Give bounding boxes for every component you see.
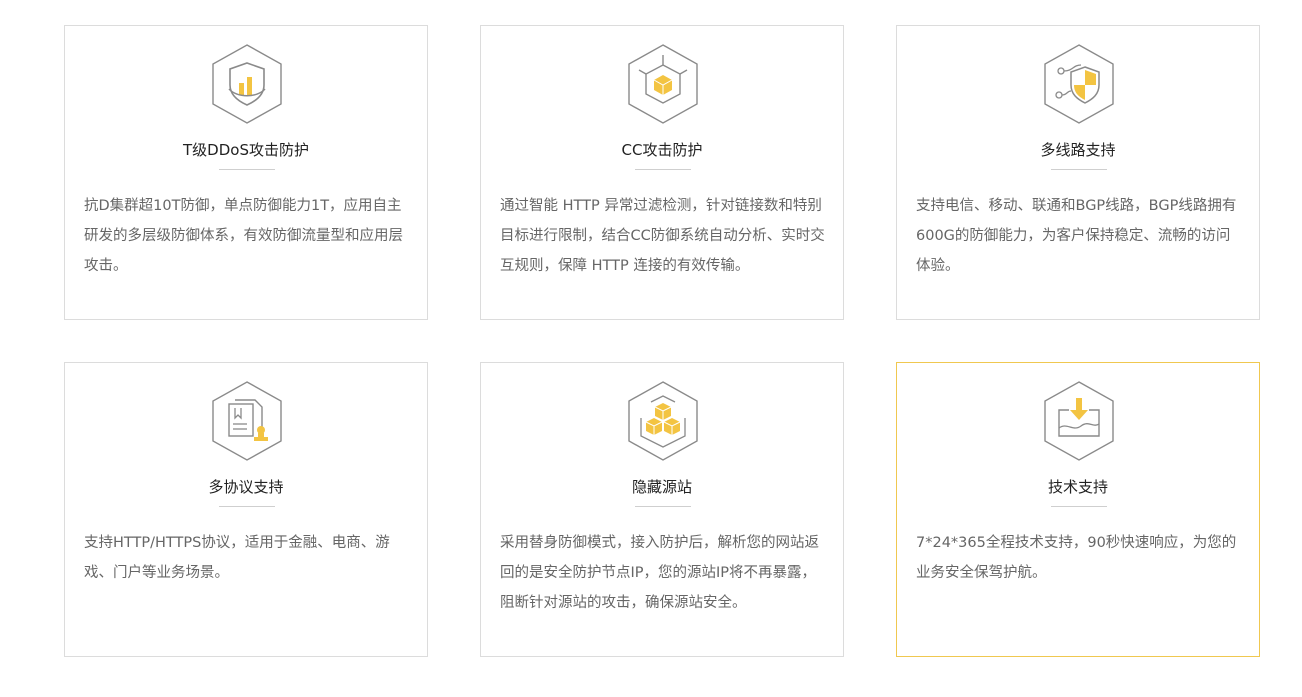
card-title: 多协议支持 [208,478,284,496]
feature-card-ddos: T级DDoS攻击防护 抗D集群超10T防御，单点防御能力1T，应用自主研发的多层… [64,25,428,320]
card-title: 多线路支持 [1040,141,1116,159]
card-description: 支持电信、移动、联通和BGP线路，BGP线路拥有600G的防御能力，为客户保持稳… [916,198,1237,274]
card-description: 7*24*365全程技术支持，90秒快速响应，为您的业务安全保驾护航。 [916,535,1237,581]
title-divider [219,506,275,507]
card-description: 抗D集群超10T防御，单点防御能力1T，应用自主研发的多层级防御体系，有效防御流… [84,198,403,274]
card-title: 隐藏源站 [631,478,692,496]
documents-stamp-icon [207,380,287,462]
title-divider [219,169,275,170]
card-description: 支持HTTP/HTTPS协议，适用于金融、电商、游戏、门户等业务场景。 [84,535,390,581]
card-description: 通过智能 HTTP 异常过滤检测，针对链接数和特别目标进行限制，结合CC防御系统… [500,198,825,274]
feature-card-multiline: 多线路支持 支持电信、移动、联通和BGP线路，BGP线路拥有600G的防御能力，… [896,25,1260,320]
card-description: 采用替身防御模式，接入防护后，解析您的网站返回的是安全防护节点IP，您的源站IP… [500,535,819,611]
title-divider [1051,169,1107,170]
title-divider [635,169,691,170]
feature-card-tech-support: 技术支持 7*24*365全程技术支持，90秒快速响应，为您的业务安全保驾护航。 [896,362,1260,657]
card-title: 技术支持 [1047,478,1108,496]
title-divider [1051,506,1107,507]
download-tray-icon [1039,380,1119,462]
title-divider [635,506,691,507]
feature-card-protocol: 多协议支持 支持HTTP/HTTPS协议，适用于金融、电商、游戏、门户等业务场景… [64,362,428,657]
feature-card-cc: CC攻击防护 通过智能 HTTP 异常过滤检测，针对链接数和特别目标进行限制，结… [480,25,844,320]
cube-frame-icon [623,43,703,125]
multi-line-shield-icon [1039,43,1119,125]
stacked-cubes-icon [623,380,703,462]
card-title: CC攻击防护 [621,141,703,159]
shield-chart-icon [207,43,287,125]
card-title: T级DDoS攻击防护 [183,141,309,159]
feature-card-hidden-origin: 隐藏源站 采用替身防御模式，接入防护后，解析您的网站返回的是安全防护节点IP，您… [480,362,844,657]
